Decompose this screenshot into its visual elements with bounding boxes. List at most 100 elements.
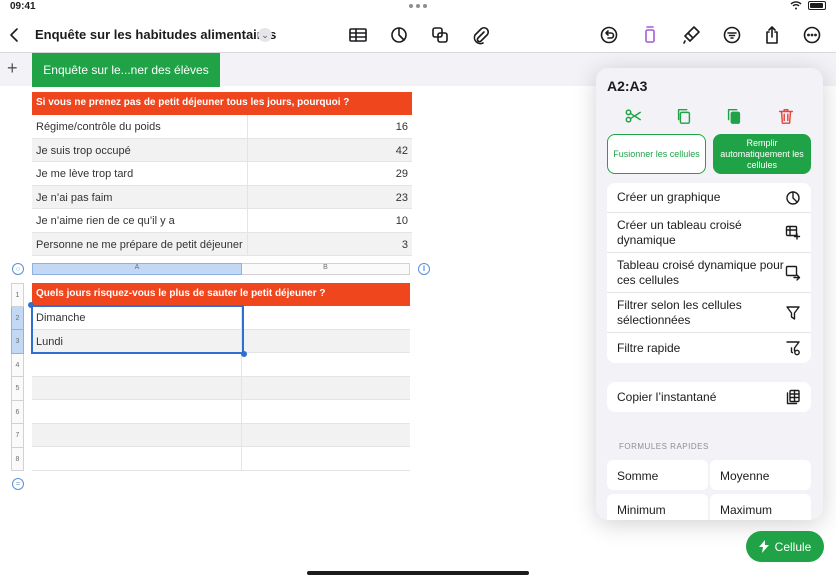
shapes-icon[interactable] — [428, 23, 452, 47]
cell-empty[interactable] — [242, 424, 410, 447]
chart-icon[interactable] — [387, 23, 411, 47]
table-row[interactable]: Dimanche — [32, 306, 410, 330]
cell-empty[interactable] — [242, 400, 410, 423]
row-header[interactable]: 8 — [11, 447, 24, 471]
create-pivot-table-item[interactable]: Créer un tableau croisé dynamique — [607, 213, 811, 253]
quick-formulas-label: FORMULES RAPIDES — [619, 442, 709, 451]
cell-empty[interactable] — [242, 306, 410, 329]
add-sheet-icon[interactable]: + — [7, 58, 18, 79]
cell-empty[interactable] — [242, 447, 410, 470]
table-row[interactable] — [32, 447, 410, 471]
selection-handle-bottom[interactable] — [241, 351, 247, 357]
copy-snapshot-item[interactable]: Copier l’instantané — [607, 382, 811, 412]
menu-item-label: Tableau croisé dynamique pour ces cellul… — [617, 257, 784, 287]
table-row[interactable] — [32, 353, 410, 377]
paintbrush-icon[interactable] — [679, 23, 703, 47]
cell-day[interactable] — [32, 423, 242, 446]
formula-average-button[interactable]: Moyenne — [710, 460, 811, 490]
cell-day[interactable] — [32, 447, 242, 470]
chevron-down-icon[interactable]: ⌄ — [258, 28, 272, 42]
cell-empty[interactable] — [242, 353, 410, 376]
column-header-a[interactable]: A — [32, 263, 242, 275]
row-header[interactable]: 4 — [11, 353, 24, 377]
paste-icon[interactable] — [724, 106, 744, 126]
cell-empty[interactable] — [242, 377, 410, 400]
reasons-table[interactable]: Si vous ne prenez pas de petit déjeuner … — [32, 92, 412, 256]
cell-reason[interactable]: Je suis trop occupé — [32, 138, 248, 161]
more-icon[interactable] — [800, 23, 824, 47]
cell-count[interactable]: 16 — [248, 115, 412, 138]
cell-count[interactable]: 42 — [248, 139, 412, 162]
row-header[interactable]: 5 — [11, 377, 24, 401]
add-column-handle[interactable]: ǁ — [418, 263, 430, 275]
menu-item-label: Filtrer selon les cellules sélectionnées — [617, 297, 742, 327]
menu-item-label: Créer un tableau croisé dynamique — [617, 217, 742, 247]
cell-day[interactable] — [32, 353, 242, 376]
row-header[interactable]: 7 — [11, 424, 24, 448]
copy-icon[interactable] — [674, 106, 694, 126]
cell-button[interactable]: Cellule — [746, 531, 824, 562]
cell-count[interactable]: 3 — [248, 233, 412, 256]
undo-icon[interactable] — [597, 23, 621, 47]
table-row[interactable]: Je n’ai pas faim 23 — [32, 185, 412, 209]
sheet-tab[interactable]: Enquête sur le...ner des élèves — [32, 53, 220, 87]
cell-count[interactable]: 10 — [248, 209, 412, 232]
sort-filter-icon[interactable] — [720, 23, 744, 47]
table-row[interactable] — [32, 376, 410, 400]
cell-reason[interactable]: Je n’ai pas faim — [32, 185, 248, 208]
pivot-for-cells-item[interactable]: Tableau croisé dynamique pour ces cellul… — [607, 253, 811, 293]
table-row[interactable] — [32, 400, 410, 424]
table-row[interactable] — [32, 423, 410, 447]
document-title[interactable]: Enquête sur les habitudes alimentaires — [35, 27, 276, 42]
table-row[interactable]: Régime/contrôle du poids 16 — [32, 115, 412, 139]
filter-selected-cells-item[interactable]: Filtrer selon les cellules sélectionnées — [607, 293, 811, 333]
formula-sum-button[interactable]: Somme — [607, 460, 708, 490]
status-indicators — [790, 1, 826, 10]
table-row[interactable]: Je n’aime rien de ce qu’il y a 10 — [32, 209, 412, 233]
table-row[interactable]: Lundi — [32, 329, 410, 353]
table-icon[interactable] — [346, 23, 370, 47]
merge-cells-button[interactable]: Fusionner les cellules — [607, 134, 706, 174]
table-select-handle[interactable]: ○ — [12, 263, 24, 275]
home-indicator[interactable] — [307, 571, 529, 575]
cell-reason[interactable]: Personne ne me prépare de petit déjeuner — [32, 232, 248, 255]
cell-count[interactable]: 23 — [248, 186, 412, 209]
days-table[interactable]: Quels jours risquez-vous le plus de saut… — [32, 283, 410, 471]
table-header[interactable]: Quels jours risquez-vous le plus de saut… — [32, 283, 410, 306]
wifi-icon — [790, 1, 802, 10]
back-icon[interactable] — [3, 23, 27, 47]
cut-icon[interactable] — [623, 106, 643, 126]
delete-icon[interactable] — [776, 106, 796, 126]
share-icon[interactable] — [760, 23, 784, 47]
format-icon[interactable] — [638, 23, 662, 47]
cell-day[interactable] — [32, 376, 242, 399]
multitasking-dots[interactable] — [409, 4, 427, 8]
cell-count[interactable]: 29 — [248, 162, 412, 185]
pivot-table-icon — [785, 225, 801, 240]
table-header[interactable]: Si vous ne prenez pas de petit déjeuner … — [32, 92, 412, 115]
add-row-handle[interactable]: = — [12, 478, 24, 490]
cell-day[interactable] — [32, 400, 242, 423]
row-header[interactable]: 1 — [11, 283, 24, 307]
table-row[interactable]: Je suis trop occupé 42 — [32, 138, 412, 162]
cell-empty[interactable] — [242, 330, 410, 353]
actions-menu: Créer un graphique Créer un tableau croi… — [607, 183, 811, 363]
create-chart-item[interactable]: Créer un graphique — [607, 183, 811, 213]
formula-maximum-button[interactable]: Maximum — [710, 494, 811, 520]
formula-minimum-button[interactable]: Minimum — [607, 494, 708, 520]
row-header[interactable]: 2 — [11, 306, 24, 330]
column-header-b[interactable]: B — [242, 263, 410, 275]
autofill-cells-button[interactable]: Remplir automatiquement les cellules — [713, 134, 811, 174]
cell-reason[interactable]: Je me lève trop tard — [32, 162, 248, 185]
quick-filter-item[interactable]: Filtre rapide — [607, 333, 811, 363]
cell-day[interactable]: Dimanche — [32, 306, 242, 329]
row-header[interactable]: 3 — [11, 330, 24, 354]
table-row[interactable]: Personne ne me prépare de petit déjeuner… — [32, 232, 412, 256]
row-header[interactable]: 6 — [11, 400, 24, 424]
attachment-icon[interactable] — [468, 23, 492, 47]
cell-reason[interactable]: Régime/contrôle du poids — [32, 115, 248, 138]
selection-handle-top[interactable] — [28, 302, 34, 308]
table-row[interactable]: Je me lève trop tard 29 — [32, 162, 412, 186]
cell-reason[interactable]: Je n’aime rien de ce qu’il y a — [32, 209, 248, 232]
cell-day[interactable]: Lundi — [32, 329, 242, 352]
